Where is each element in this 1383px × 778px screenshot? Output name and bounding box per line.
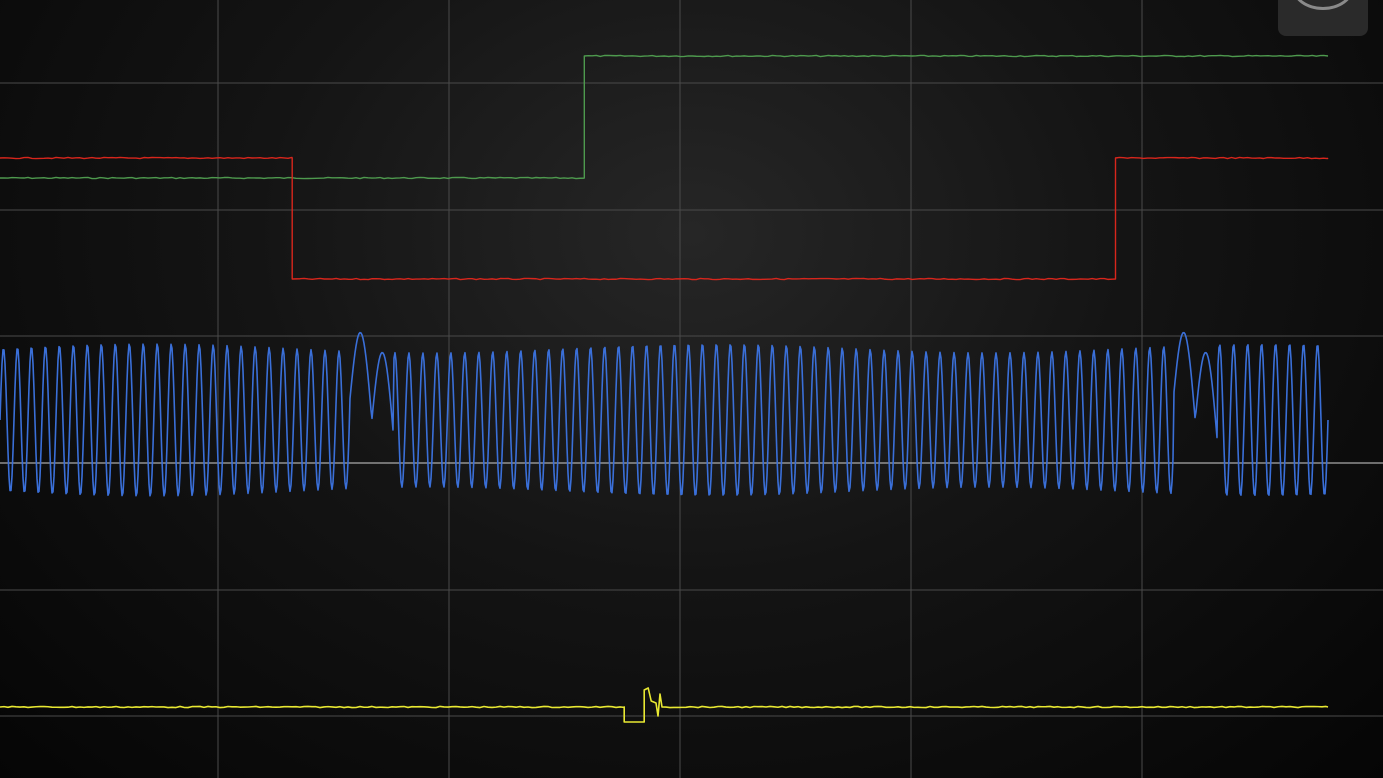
traces	[0, 54, 1329, 723]
circle-arrow-icon	[1292, 0, 1354, 10]
oscilloscope-display[interactable]	[0, 0, 1383, 778]
waveform-canvas[interactable]	[0, 0, 1383, 778]
corner-menu-button[interactable]	[1278, 0, 1368, 36]
trace-blue	[0, 331, 1329, 497]
trace-green	[0, 54, 1329, 180]
trace-red	[0, 156, 1329, 281]
trace-yellow	[0, 687, 1329, 723]
